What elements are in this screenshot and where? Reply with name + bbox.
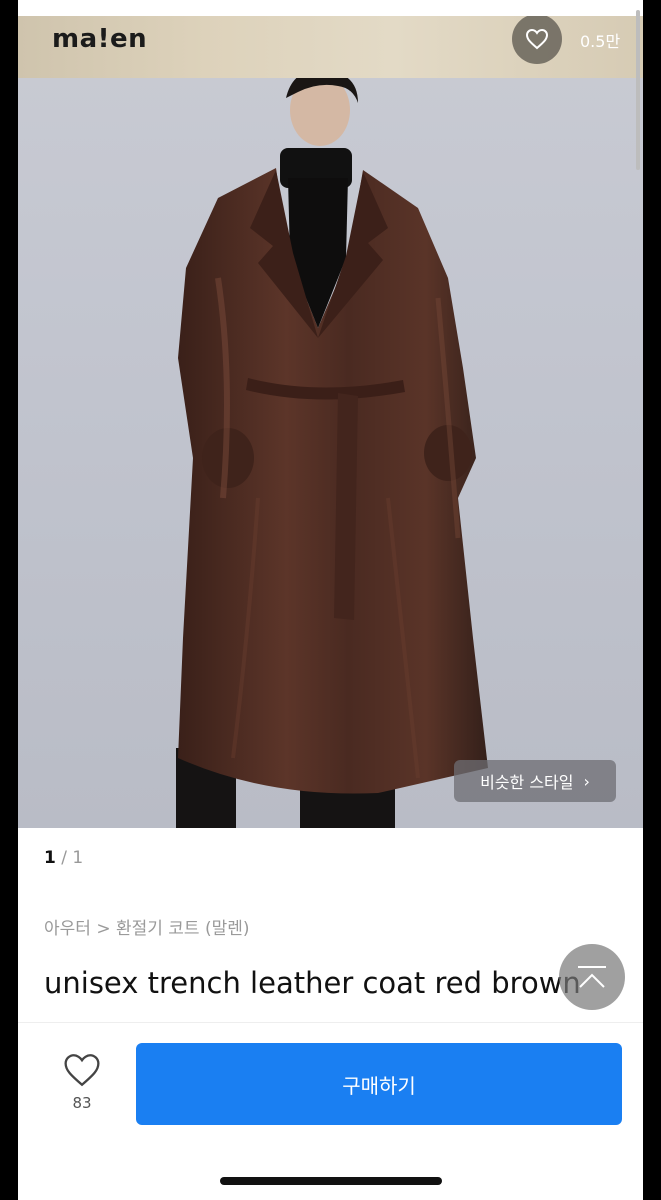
similar-style-button[interactable]: 비슷한 스타일 › [454,760,616,802]
image-pager: 1 / 1 [44,848,83,868]
buy-button[interactable]: 구매하기 [136,1043,622,1125]
product-screen: ma!en 0.5만 비슷한 스타일 › 1 / 1 아우터 > 환절기 코트 … [18,0,643,1200]
product-image[interactable]: ma!en 0.5만 비슷한 스타일 › [18,16,643,828]
scroll-to-top-button[interactable] [559,944,625,1010]
brand-logo: ma!en [52,24,148,54]
product-title: unisex trench leather coat red brown [44,966,581,1000]
similar-style-label: 비슷한 스타일 [480,773,574,792]
pager-separator: / [61,848,67,868]
home-indicator[interactable] [220,1177,442,1185]
like-button[interactable] [512,16,562,64]
category-breadcrumb[interactable]: 아우터 > 환절기 코트 (말렌) [44,914,250,939]
scrollbar[interactable] [636,10,640,170]
like-count: 0.5만 [580,32,621,51]
model-photo [176,78,488,828]
heart-outline-icon [64,1054,100,1087]
heart-icon [525,28,549,50]
status-strip [18,0,643,16]
wishlist-button[interactable]: 83 [58,1052,106,1112]
chevron-right-icon: › [583,771,590,791]
pager-current: 1 [44,848,56,868]
pager-total: 1 [72,848,84,868]
divider [18,1022,643,1023]
wishlist-count: 83 [72,1094,92,1112]
scroll-top-icon [578,966,606,988]
